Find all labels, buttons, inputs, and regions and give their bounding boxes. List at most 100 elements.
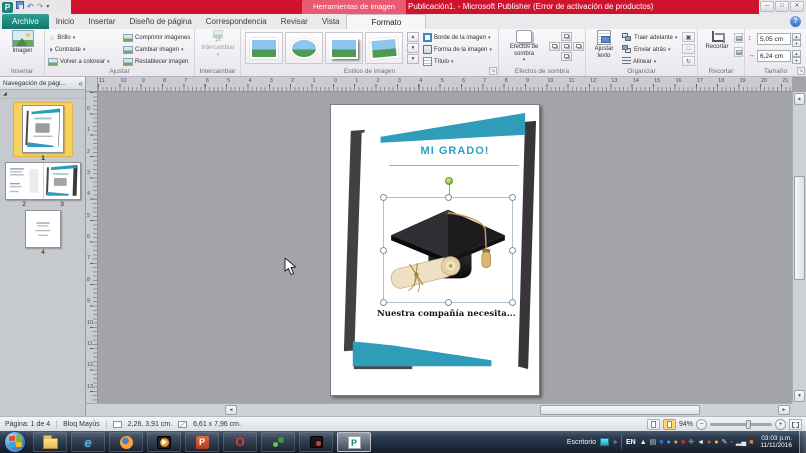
page-indicator[interactable]: Página: 1 de 4 [5,421,50,428]
show-hidden-icons-icon[interactable]: ▲ [640,438,647,447]
shadow-on-off-button[interactable] [561,42,572,51]
taskbar-internet-explorer-button[interactable]: e [71,432,105,452]
show-desktop-button[interactable] [799,431,806,453]
gallery-up-button[interactable]: ▲ [407,32,419,42]
expand-corner-icon[interactable]: ◢ [3,91,7,97]
swap-button[interactable]: ⇄ Intercambiar ▾ [199,30,237,66]
taskbar-firefox-button[interactable] [109,432,143,452]
tab-vista[interactable]: Vista [315,14,347,29]
vertical-scroll-thumb[interactable] [794,176,805,280]
scroll-left-icon[interactable]: ◄ [225,405,237,415]
shape-height-input[interactable] [757,33,791,45]
minimize-button[interactable]: ─ [760,1,774,12]
page-number-label[interactable]: 4 [25,249,61,256]
page-number-label[interactable]: 3 [43,201,81,208]
page-heading-textbox[interactable]: MI GRADO! [381,145,529,157]
save-button[interactable] [16,1,24,13]
vertical-scrollbar[interactable]: ▲ ▼ [792,92,806,403]
group-objects-button[interactable]: ▣ [682,32,695,42]
taskbar-publisher-button[interactable]: P [337,432,371,452]
shape-width-input[interactable] [757,50,791,62]
image-style-oval[interactable] [285,32,323,64]
zoom-in-button[interactable]: + [775,419,786,430]
recolor-button[interactable]: Volver a colorear ▾ [48,56,110,67]
page-caption-textbox[interactable]: Nuestra compañía necesita... [377,309,529,319]
gallery-down-button[interactable]: ▼ [407,43,419,53]
page-number-label[interactable]: 1 [22,155,64,162]
tab-formato[interactable]: Formato [346,14,427,29]
tab-archivo[interactable]: Archivo [2,14,49,29]
image-style-tilted[interactable] [365,32,403,64]
width-up-button[interactable]: ▲ [792,50,801,57]
selection-handle-s[interactable] [445,299,452,306]
toolbar-chevron-icon[interactable]: » [613,439,617,446]
undo-button[interactable]: ↶ [27,1,34,13]
taskbar-clock[interactable]: 03:03 p.m. 11/11/2016 [757,435,795,450]
zoom-out-button[interactable]: − [696,419,707,430]
picture-border-button[interactable]: Borde de la imagen ▾ [423,32,491,43]
compress-pictures-button[interactable]: Comprimir imágenes [123,32,190,43]
taskbar-sharing-app-button[interactable] [261,432,295,452]
taskbar-media-player-button[interactable] [147,432,181,452]
horizontal-scroll-thumb[interactable] [540,405,700,415]
volume-icon[interactable]: ◄ [697,438,704,447]
change-picture-button[interactable]: Cambiar imagen ▾ [123,44,184,55]
tab-diseno-de-pagina[interactable]: Diseño de página [123,14,199,29]
app-orange-dot-icon[interactable]: ● [674,438,678,447]
height-down-button[interactable]: ▼ [792,40,801,47]
start-button[interactable] [5,432,25,452]
insert-picture-button[interactable]: Imagen [4,30,41,66]
two-page-view-button[interactable] [646,419,660,430]
send-backward-button[interactable]: Enviar atrás ▾ [622,44,671,55]
qat-dropdown-icon[interactable]: ▾ [46,1,49,13]
zoom-slider[interactable] [710,420,772,429]
app-orange-square-icon[interactable]: ■ [749,438,753,447]
contrast-button[interactable]: ◑ Contraste ▾ [48,44,85,55]
app-red-dot-icon[interactable]: ● [707,438,711,447]
height-up-button[interactable]: ▲ [792,33,801,40]
gallery-more-button[interactable]: ▼ [407,54,419,64]
app-blue-square-icon[interactable]: ■ [659,438,663,447]
selection-handle-se[interactable] [509,299,516,306]
redo-button[interactable]: ↷ [37,1,44,13]
page-thumbnail-1[interactable] [22,105,64,153]
selection-handle-w[interactable] [380,247,387,254]
nudge-shadow-left-button[interactable] [549,42,560,51]
wrap-text-button[interactable]: Ajustar texto [588,30,620,66]
scroll-up-icon[interactable]: ▲ [794,93,805,105]
nudge-shadow-down-button[interactable] [561,52,572,61]
crop-button[interactable]: Recortar [702,30,732,66]
selection-handle-nw[interactable] [380,194,387,201]
reset-picture-button[interactable]: Restablecer imagen [123,56,188,67]
skype-icon[interactable]: ● [667,438,671,447]
tab-correspondencia[interactable]: Correspondencia [199,14,274,29]
brightness-button[interactable]: ☼ Brillo ▾ [48,32,75,43]
app-yellow-dot-icon[interactable]: ● [714,438,718,447]
align-button[interactable]: Alinear ▾ [622,56,656,67]
taskbar-opera-button[interactable]: O [223,432,257,452]
crop-fill-button[interactable] [734,47,743,57]
bring-forward-button[interactable]: Traer adelante ▾ [622,32,677,43]
workspace-canvas[interactable]: MI GRADO! Nuestra compañía necesita... [98,92,792,403]
zoom-percentage[interactable]: 94% [679,421,693,428]
page-thumbnail-2-3[interactable] [5,162,81,200]
caption-button[interactable]: Título ▾ [423,56,454,67]
close-button[interactable]: ✕ [790,1,804,12]
selection-handle-ne[interactable] [509,194,516,201]
width-down-button[interactable]: ▼ [792,57,801,64]
image-style-simple-frame[interactable] [245,32,283,64]
app-maroon-icon[interactable]: ▪ [730,438,732,447]
help-icon[interactable]: ? [790,16,801,27]
selection-handle-e[interactable] [509,247,516,254]
zoom-slider-thumb[interactable] [746,420,751,429]
page-thumbnail-4[interactable] [25,210,61,248]
selection-handle-sw[interactable] [380,299,387,306]
tab-insertar[interactable]: Insertar [81,14,122,29]
crop-to-shape-button[interactable] [734,33,743,43]
scroll-right-icon[interactable]: ► [778,405,790,415]
fit-page-button[interactable] [789,419,802,430]
tab-revisar[interactable]: Revisar [274,14,315,29]
selection-handle-n[interactable] [445,194,452,201]
taskbar-powerpoint-button[interactable]: P [185,432,219,452]
rotation-handle[interactable] [445,177,453,185]
